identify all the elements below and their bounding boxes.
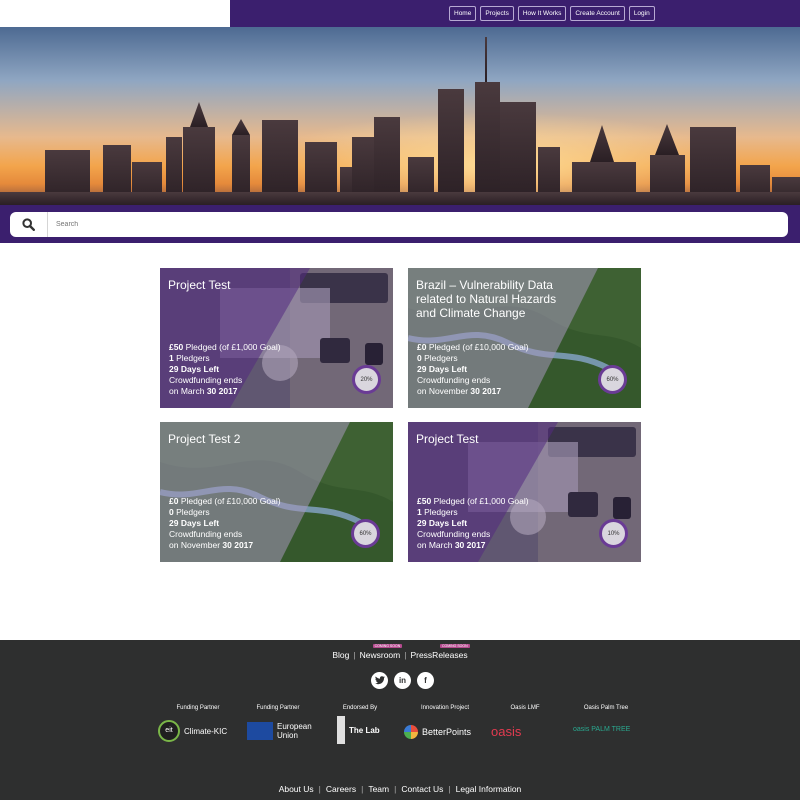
footer-bottom-links: About Us | Careers | Team | Contact Us |… xyxy=(0,784,800,794)
project-card[interactable]: Project Test £50 Pledged (of £1,000 Goal… xyxy=(408,422,641,562)
search-input[interactable] xyxy=(56,216,776,233)
card-ends-date: on November 30 2017 xyxy=(417,386,502,396)
main-nav: Home Projects How It Works Create Accoun… xyxy=(449,6,655,21)
facebook-icon[interactable]: f xyxy=(417,672,434,689)
progress-badge: 60% xyxy=(598,365,627,394)
oasis-palm-tree-logo[interactable]: oasis PALM TREE xyxy=(573,726,630,733)
search-button[interactable] xyxy=(10,212,48,237)
nav-how-it-works[interactable]: How It Works xyxy=(517,6,567,21)
betterpoints-logo[interactable]: BetterPoints xyxy=(404,725,471,739)
progress-badge: 20% xyxy=(352,365,381,394)
divider: | xyxy=(404,650,407,660)
card-ends-date: on March 30 2017 xyxy=(417,540,486,550)
coming-soon-badge: COMING SOON xyxy=(372,644,403,648)
project-card[interactable]: Brazil – Vulnerability Data related to N… xyxy=(408,268,641,408)
betterpoints-mark xyxy=(404,725,418,739)
card-days-left: 29 Days Left xyxy=(169,364,220,374)
card-days-left: 29 Days Left xyxy=(417,364,468,374)
betterpoints-name: BetterPoints xyxy=(422,727,472,737)
project-card[interactable]: Project Test £50 Pledged (of £1,000 Goal… xyxy=(160,268,393,408)
partner-role: Funding Partner xyxy=(176,705,220,711)
european-union-logo[interactable]: European Union xyxy=(247,722,312,740)
card-ends-label: Crowdfunding ends xyxy=(417,375,491,385)
partner-role: Endorsed By xyxy=(342,705,378,711)
social-links: in f xyxy=(371,672,434,689)
card-ends-date: on March 30 2017 xyxy=(169,386,238,396)
the-lab-mark xyxy=(337,716,345,744)
eu-flag-icon xyxy=(247,722,273,740)
card-ends-date: on November 30 2017 xyxy=(169,540,254,550)
footer-top-links: Blog | Newsroom COMING SOON | PressRelea… xyxy=(0,644,800,660)
footer xyxy=(0,640,800,800)
progress-badge: 10% xyxy=(599,519,628,548)
oasis-lmf-logo[interactable]: oasis xyxy=(491,724,521,739)
partner-role: Oasis Palm Tree xyxy=(583,705,629,711)
footer-link-contact[interactable]: Contact Us xyxy=(401,784,443,794)
card-days-left: 29 Days Left xyxy=(169,518,220,528)
card-pledged: £50 Pledged (of £1,000 Goal) xyxy=(169,342,281,352)
coming-soon-badge: COMING SOON xyxy=(439,644,470,648)
footer-link-careers[interactable]: Careers xyxy=(326,784,356,794)
nav-home[interactable]: Home xyxy=(449,6,477,21)
divider: | xyxy=(318,784,321,794)
european-union-name: European Union xyxy=(277,722,312,740)
divider: | xyxy=(394,784,397,794)
footer-link-newsroom[interactable]: Newsroom COMING SOON xyxy=(359,644,403,660)
twitter-icon[interactable] xyxy=(371,672,388,689)
partner-role: Oasis LMF xyxy=(510,705,540,711)
pressreleases-label: PressReleases xyxy=(410,650,468,660)
card-pledged: £0 Pledged (of £10,000 Goal) xyxy=(169,496,281,506)
card-title[interactable]: Brazil – Vulnerability Data related to N… xyxy=(416,278,576,320)
footer-link-team[interactable]: Team xyxy=(368,784,389,794)
skyline-illustration xyxy=(0,27,800,205)
nav-login[interactable]: Login xyxy=(628,6,655,21)
twitter-bird-glyph xyxy=(374,676,385,685)
top-bar: Home Projects How It Works Create Accoun… xyxy=(0,0,800,27)
the-lab-name: The Lab xyxy=(349,725,380,735)
footer-link-pressreleases[interactable]: PressReleases COMING SOON xyxy=(410,644,470,660)
card-title[interactable]: Project Test xyxy=(168,278,328,292)
divider: | xyxy=(448,784,451,794)
card-pledged: £50 Pledged (of £1,000 Goal) xyxy=(417,496,529,506)
card-days-left: 29 Days Left xyxy=(417,518,468,528)
footer-link-about[interactable]: About Us xyxy=(279,784,314,794)
footer-link-blog[interactable]: Blog xyxy=(332,650,349,660)
card-ends-label: Crowdfunding ends xyxy=(169,529,243,539)
climate-kic-logo[interactable]: eit Climate-KIC xyxy=(158,720,227,742)
nav-create-account[interactable]: Create Account xyxy=(570,6,625,21)
card-title[interactable]: Project Test xyxy=(416,432,576,446)
climate-kic-name: Climate-KIC xyxy=(184,726,228,736)
card-pledgers: 0 Pledgers xyxy=(169,507,210,517)
climate-kic-mark: eit xyxy=(158,720,180,742)
page: Home Projects How It Works Create Accoun… xyxy=(0,0,800,800)
card-pledgers: 1 Pledgers xyxy=(169,353,210,363)
divider: | xyxy=(361,784,364,794)
divider: | xyxy=(353,650,356,660)
card-pledged: £0 Pledged (of £10,000 Goal) xyxy=(417,342,529,352)
card-ends-label: Crowdfunding ends xyxy=(169,375,243,385)
eu-name-line1: European xyxy=(277,722,312,731)
progress-badge: 60% xyxy=(351,519,380,548)
eu-name-line2: Union xyxy=(277,731,298,740)
card-pledgers: 1 Pledgers xyxy=(417,507,458,517)
nav-projects[interactable]: Projects xyxy=(480,6,514,21)
partner-role: Funding Partner xyxy=(256,705,300,711)
footer-link-legal[interactable]: Legal Information xyxy=(456,784,522,794)
newsroom-label: Newsroom xyxy=(359,650,401,660)
hero-skyline-image xyxy=(0,27,800,205)
linkedin-icon[interactable]: in xyxy=(394,672,411,689)
partner-role: Innovation Project xyxy=(420,705,470,711)
card-ends-label: Crowdfunding ends xyxy=(417,529,491,539)
card-pledgers: 0 Pledgers xyxy=(417,353,458,363)
card-title[interactable]: Project Test 2 xyxy=(168,432,328,446)
project-card[interactable]: Project Test 2 £0 Pledged (of £10,000 Go… xyxy=(160,422,393,562)
the-lab-logo[interactable]: The Lab xyxy=(337,716,380,744)
search-icon xyxy=(22,218,35,231)
